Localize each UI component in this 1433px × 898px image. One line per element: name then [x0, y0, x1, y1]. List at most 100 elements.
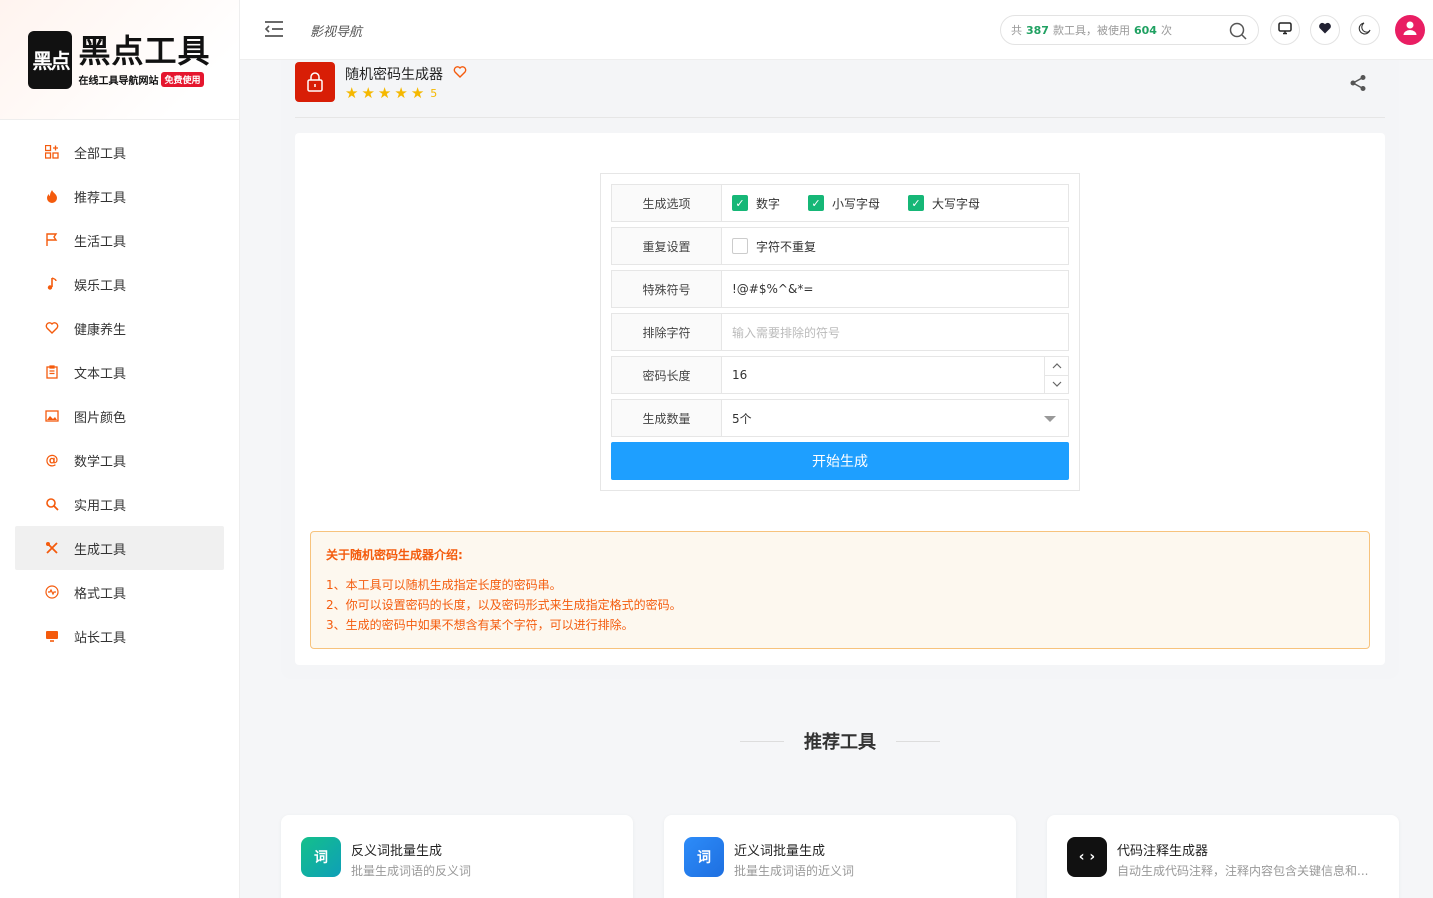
tool-card[interactable]: ‹ › 代码注释生成器 自动生成代码注释，注释内容包含关键信息和...: [1047, 815, 1399, 898]
logo-badge: 免费使用: [161, 72, 204, 87]
tools-icon: [44, 540, 60, 556]
sidebar-item-recommended[interactable]: 推荐工具: [15, 174, 224, 218]
sidebar-item-label: 图片颜色: [74, 410, 127, 426]
check-icon: ✓: [732, 195, 748, 211]
star-icon: ★: [361, 84, 375, 102]
sidebar-item-format[interactable]: 格式工具: [15, 570, 224, 614]
star-icon: ★: [345, 84, 359, 102]
sidebar-item-label: 生活工具: [74, 234, 127, 250]
sidebar: 黑点 黑点工具 在线工具导航网站 免费使用 全部工具 推荐工具 生活工具 娱乐工…: [0, 0, 240, 898]
search-icon[interactable]: [1228, 21, 1248, 41]
recommended-heading: 推荐工具: [740, 728, 940, 754]
sidebar-item-label: 全部工具: [74, 146, 127, 162]
options-row: 生成选项 ✓ 数字 ✓ 小写字母 ✓ 大写字母: [611, 184, 1069, 222]
header-nav-link[interactable]: 影视导航: [310, 21, 362, 40]
intro-box: 关于随机密码生成器介绍: 1、本工具可以随机生成指定长度的密码串。 2、你可以设…: [310, 531, 1370, 649]
at-icon: @: [45, 452, 59, 468]
grid-icon: [44, 144, 60, 160]
no-repeat-checkbox[interactable]: 字符不重复: [732, 238, 816, 255]
icon-text: ‹ ›: [1078, 849, 1096, 865]
chevron-up-icon[interactable]: [1045, 357, 1068, 376]
exclude-chars-input[interactable]: 输入需要排除的符号: [722, 314, 1068, 350]
sidebar-item-label: 推荐工具: [74, 190, 127, 206]
card-desc: 批量生成词语的近义词: [734, 864, 855, 878]
recommended-title: 推荐工具: [804, 732, 876, 753]
search-icon: [44, 496, 60, 512]
exclude-label: 排除字符: [612, 314, 722, 350]
share-icon[interactable]: [1349, 74, 1367, 92]
length-label: 密码长度: [612, 357, 722, 393]
use-count: 604: [1133, 23, 1157, 37]
image-icon: [44, 408, 60, 424]
sidebar-item-math[interactable]: @ 数学工具: [15, 438, 224, 482]
count-select[interactable]: 5个: [722, 400, 1068, 436]
sidebar-item-image[interactable]: 图片颜色: [15, 394, 224, 438]
favorites-button[interactable]: [1310, 15, 1340, 45]
uppercase-checkbox[interactable]: ✓ 大写字母: [908, 195, 980, 212]
divider: [740, 740, 784, 742]
checkbox-box: [732, 238, 748, 254]
sidebar-item-health[interactable]: 健康养生: [15, 306, 224, 350]
flag-icon: [44, 232, 60, 248]
sidebar-item-label: 数学工具: [74, 454, 127, 470]
special-label: 特殊符号: [612, 271, 722, 307]
lowercase-checkbox[interactable]: ✓ 小写字母: [808, 195, 880, 212]
monitor-icon: [1278, 21, 1292, 39]
sidebar-item-webmaster[interactable]: 站长工具: [15, 614, 224, 658]
sidebar-item-label: 娱乐工具: [74, 278, 127, 294]
password-form: 生成选项 ✓ 数字 ✓ 小写字母 ✓ 大写字母 重复设置 字符不重复 特殊符号 !@#…: [600, 173, 1080, 491]
sidebar-item-utility[interactable]: 实用工具: [15, 482, 224, 526]
checkbox-label: 大写字母: [932, 196, 981, 211]
user-avatar[interactable]: [1395, 15, 1425, 45]
desktop-button[interactable]: [1270, 15, 1300, 45]
moon-icon: [1358, 21, 1372, 39]
special-row: 特殊符号 !@#$%^&*=: [611, 270, 1069, 308]
chevron-down-icon[interactable]: [1045, 376, 1068, 394]
tool-header: 随机密码生成器 ★ ★ ★ ★ ★ 5: [295, 60, 1385, 118]
intro-line: 2、你可以设置密码的长度，以及密码形式来生成指定格式的密码。: [326, 598, 682, 612]
search-suffix: 次: [1160, 24, 1172, 37]
fire-icon: [44, 188, 60, 204]
sidebar-item-text[interactable]: 文本工具: [15, 350, 224, 394]
logo-area: 黑点 黑点工具 在线工具导航网站 免费使用: [0, 0, 239, 120]
digits-checkbox[interactable]: ✓ 数字: [732, 195, 780, 212]
length-value: 16: [732, 368, 748, 382]
sidebar-item-generate[interactable]: 生成工具: [15, 526, 224, 570]
tool-body: 生成选项 ✓ 数字 ✓ 小写字母 ✓ 大写字母 重复设置 字符不重复 特殊符号 !@#…: [295, 133, 1385, 665]
check-icon: ✓: [908, 195, 925, 211]
star-icon: ★: [410, 84, 425, 102]
sidebar-item-label: 实用工具: [74, 498, 127, 514]
site-logo[interactable]: 黑点 黑点工具 在线工具导航网站 免费使用: [28, 30, 210, 89]
logo-mark: 黑点: [28, 30, 73, 89]
options-label: 生成选项: [612, 185, 722, 221]
word-icon: 词: [684, 837, 724, 877]
length-input[interactable]: 16: [722, 357, 1068, 393]
sidebar-item-label: 生成工具: [74, 542, 127, 558]
sidebar-item-entertainment[interactable]: 娱乐工具: [15, 262, 224, 306]
sidebar-item-life[interactable]: 生活工具: [15, 218, 224, 262]
menu-toggle-icon[interactable]: [264, 20, 286, 40]
sidebar-item-label: 健康养生: [74, 322, 127, 338]
rating-stars: ★ ★ ★ ★ ★ 5: [345, 84, 437, 102]
repeat-label: 重复设置: [612, 228, 722, 264]
search-input[interactable]: 共 387 款工具，被使用 604 次: [1000, 15, 1259, 45]
star-icon: ★: [377, 84, 392, 102]
caret-down-icon: [1044, 416, 1056, 422]
exclude-row: 排除字符 输入需要排除的符号: [611, 313, 1069, 351]
code-icon: ‹ ›: [1067, 837, 1107, 877]
sidebar-item-all-tools[interactable]: 全部工具: [15, 130, 224, 174]
intro-title: 关于随机密码生成器介绍:: [326, 548, 463, 562]
favorite-heart-icon[interactable]: [453, 65, 467, 83]
top-header: 影视导航 共 387 款工具，被使用 604 次: [240, 0, 1433, 60]
tool-card[interactable]: 词 反义词批量生成 批量生成词语的反义词: [281, 815, 633, 898]
count-row: 生成数量 5个: [611, 399, 1069, 437]
dark-mode-button[interactable]: [1350, 15, 1380, 45]
tool-card[interactable]: 词 近义词批量生成 批量生成词语的近义词: [664, 815, 1016, 898]
tool-title: 随机密码生成器: [345, 67, 443, 83]
length-stepper: [1044, 357, 1068, 393]
format-icon: [44, 584, 60, 600]
generate-button[interactable]: 开始生成: [611, 442, 1069, 480]
heart-icon: [44, 320, 60, 336]
music-icon: [44, 276, 60, 292]
special-chars-input[interactable]: !@#$%^&*=: [722, 271, 1068, 307]
